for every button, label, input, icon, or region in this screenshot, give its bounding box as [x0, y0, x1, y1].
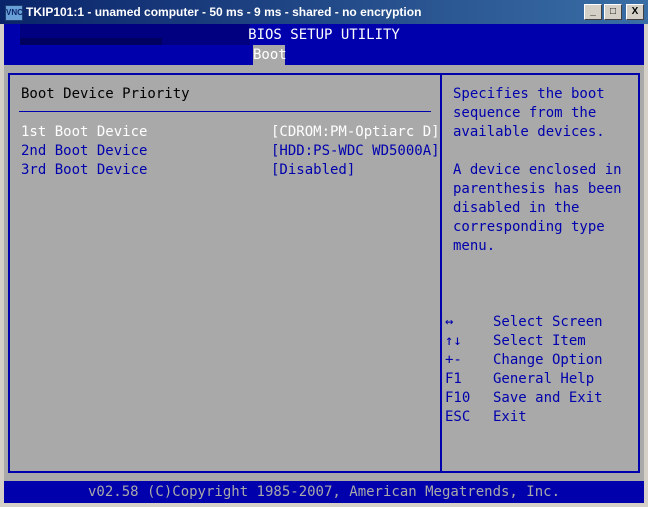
key-f10: F10: [445, 390, 471, 406]
key-desc: Select Screen: [493, 314, 603, 330]
key-desc: General Help: [493, 371, 595, 387]
boot-device-3-value[interactable]: [Disabled]: [271, 161, 355, 179]
boot-device-2-value[interactable]: [HDD:PS-WDC WD5000A]: [271, 142, 440, 160]
arrows-lr-icon: ↔: [445, 314, 454, 330]
bios-screen[interactable]: BIOS SETUP UTILITY Boot Boot Device Prio…: [4, 24, 644, 503]
boot-device-1-label[interactable]: 1st Boot Device: [21, 123, 147, 141]
arrows-ud-icon: ↑↓: [445, 333, 462, 349]
key-desc: Exit: [493, 409, 527, 425]
section-separator: [19, 111, 431, 112]
boot-device-2-label[interactable]: 2nd Boot Device: [21, 142, 147, 160]
close-button[interactable]: X: [626, 4, 644, 20]
window-title: TKIP101:1 - unamed computer - 50 ms - 9 …: [26, 5, 422, 19]
tab-boot[interactable]: Boot: [253, 45, 287, 65]
bios-title: BIOS SETUP UTILITY: [248, 27, 400, 43]
vnc-icon: VNC: [5, 5, 23, 21]
tab-bar: [4, 45, 644, 65]
key-desc: Select Item: [493, 333, 586, 349]
key-desc: Change Option: [493, 352, 603, 368]
panel-divider: [440, 73, 442, 473]
key-esc: ESC: [445, 409, 471, 425]
key-f1: F1: [445, 371, 462, 387]
window-title-bar[interactable]: VNC TKIP101:1 - unamed computer - 50 ms …: [0, 0, 648, 24]
key-plus-minus: +-: [445, 352, 462, 368]
help-text: Specifies the boot sequence from the ava…: [453, 86, 622, 254]
boot-device-1-value[interactable]: [CDROM:PM-Optiarc D]: [271, 123, 440, 141]
minimize-button[interactable]: _: [584, 4, 602, 20]
section-title: Boot Device Priority: [21, 86, 190, 102]
key-desc: Save and Exit: [493, 390, 603, 406]
copyright-footer: v02.58 (C)Copyright 1985-2007, American …: [4, 481, 644, 503]
boot-device-3-label[interactable]: 3rd Boot Device: [21, 161, 147, 179]
maximize-button[interactable]: □: [604, 4, 622, 20]
